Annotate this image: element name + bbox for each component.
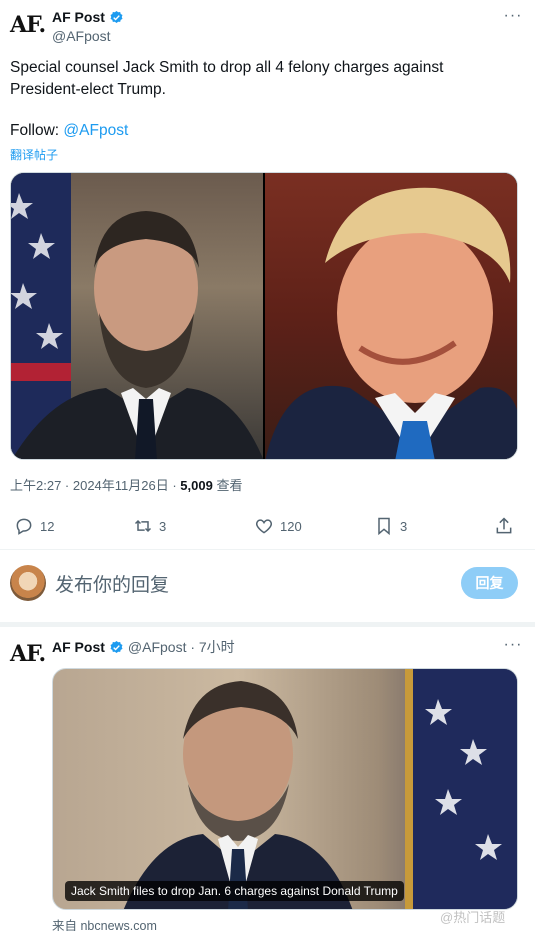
repost-count: 3: [159, 518, 167, 534]
handle[interactable]: @AFpost: [52, 28, 111, 44]
bookmark-action[interactable]: 3: [374, 516, 407, 536]
tweet-header: AF Post @AFpost · 7小时: [52, 637, 235, 657]
like-action[interactable]: 120: [254, 516, 302, 536]
bookmark-count: 3: [400, 518, 408, 534]
heart-icon: [255, 519, 273, 534]
reply-composer: 发布你的回复 回复: [0, 550, 535, 616]
tweet-meta: 上午2:27 · 2024年11月26日 · 5,009 查看: [10, 475, 242, 494]
more-options-icon[interactable]: ···: [501, 637, 525, 657]
reply-icon: [16, 518, 32, 535]
tweet-text: Special counsel Jack Smith to drop all 4…: [10, 59, 444, 98]
action-bar: 12 3 120 3: [10, 516, 518, 540]
verified-badge-icon: [110, 640, 123, 653]
tweet-main: AF. AF Post @AFpost ··· Special counsel …: [0, 0, 535, 627]
tweet-media[interactable]: [10, 172, 518, 460]
photo-right[interactable]: [265, 173, 517, 459]
photo-right-illustration: [265, 187, 517, 459]
tweet-header: AF. AF Post @AFpost ···: [10, 8, 525, 48]
reply-button[interactable]: 回复: [461, 567, 518, 599]
bookmark-icon: [378, 517, 390, 536]
share-action[interactable]: [494, 516, 520, 536]
like-count: 120: [280, 518, 302, 534]
user-avatar[interactable]: [10, 565, 46, 601]
repost-icon: [134, 519, 152, 533]
verified-badge-icon: [110, 10, 123, 23]
repost-action[interactable]: 3: [133, 516, 166, 536]
translate-post-link[interactable]: 翻译帖子: [10, 146, 58, 163]
card-source[interactable]: 来自 nbcnews.com: [52, 915, 157, 931]
timestamp[interactable]: 上午2:27 · 2024年11月26日 ·: [10, 478, 177, 493]
profile-logo[interactable]: AF.: [10, 641, 46, 667]
follow-mention-link[interactable]: @AFpost: [63, 122, 128, 139]
name-row: AF Post: [52, 9, 124, 25]
handle-time[interactable]: @AFpost · 7小时: [128, 637, 235, 657]
share-icon: [496, 517, 512, 534]
views-count: 5,009: [180, 478, 213, 493]
photo-left[interactable]: [11, 173, 263, 459]
profile-logo[interactable]: AF.: [10, 12, 46, 42]
card-photo-illustration: [123, 669, 517, 909]
display-name[interactable]: AF Post: [52, 639, 105, 655]
follow-label: Follow:: [10, 122, 60, 139]
reply-input[interactable]: 发布你的回复: [55, 570, 169, 597]
photo-left-illustration: [11, 173, 263, 459]
card-caption: Jack Smith files to drop Jan. 6 charges …: [65, 881, 404, 901]
reply-count: 12: [40, 518, 55, 534]
more-options-icon[interactable]: ···: [501, 8, 525, 28]
display-name[interactable]: AF Post: [52, 9, 105, 25]
views-label: 查看: [216, 478, 243, 493]
tweet-second[interactable]: AF. AF Post @AFpost · 7小时 ··· Jack Smith…: [0, 627, 535, 931]
follow-line: Follow: @AFpost: [10, 122, 128, 140]
reply-action[interactable]: 12: [14, 516, 54, 536]
link-card[interactable]: Jack Smith files to drop Jan. 6 charges …: [52, 668, 518, 910]
watermark: @热门话题: [440, 910, 506, 925]
